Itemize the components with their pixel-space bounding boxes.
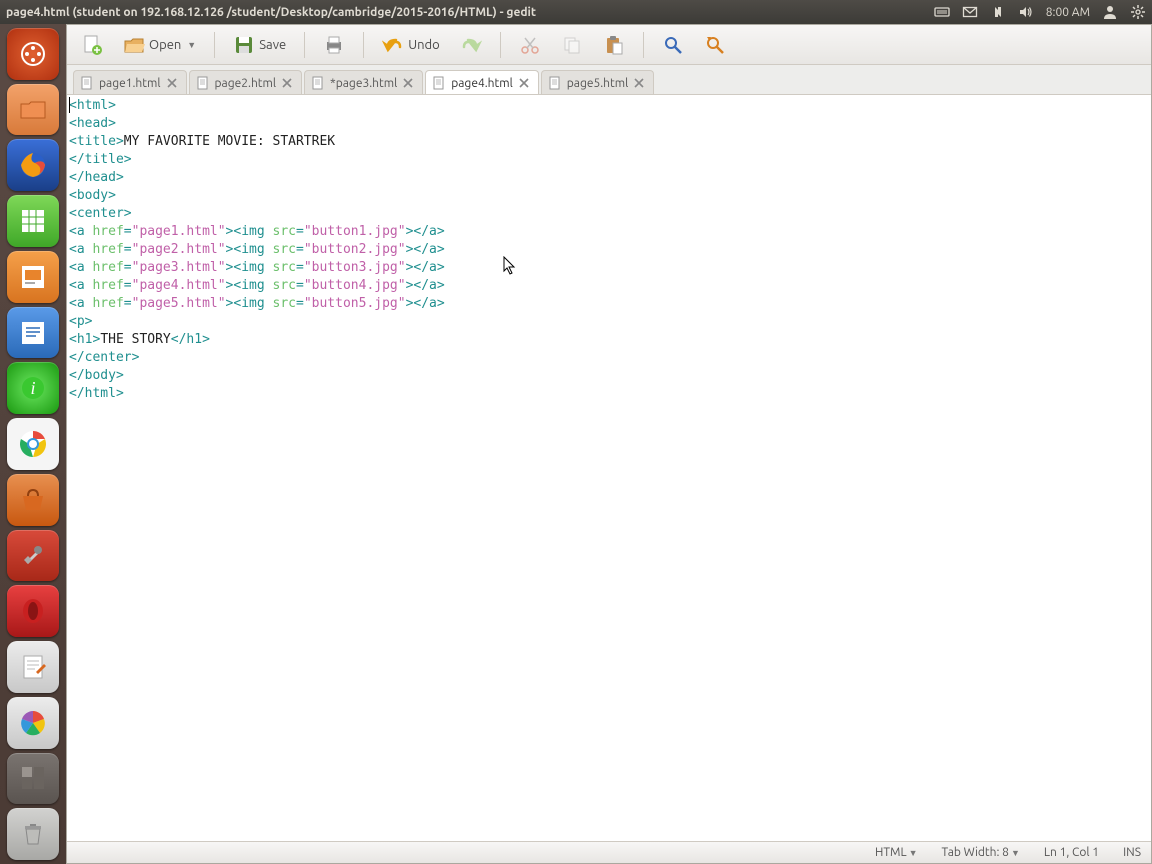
- code-line: <a href="page2.html"><img src="button2.j…: [69, 241, 1151, 259]
- tab-label: page5.html: [567, 77, 629, 90]
- libreoffice-impress-button[interactable]: [7, 251, 59, 303]
- copy-button[interactable]: [555, 31, 589, 59]
- code-line: <p>: [69, 313, 1151, 331]
- document-icon: [548, 76, 562, 90]
- open-label: Open: [149, 38, 181, 52]
- mail-icon[interactable]: [962, 4, 978, 20]
- system-tray: 8:00 AM: [934, 4, 1146, 20]
- opera-button[interactable]: [7, 585, 59, 637]
- document-icon: [80, 76, 94, 90]
- code-line: <center>: [69, 205, 1151, 223]
- libreoffice-calc-button[interactable]: [7, 195, 59, 247]
- unity-launcher: i: [0, 24, 66, 864]
- separator: [304, 32, 305, 58]
- settings-button[interactable]: [7, 530, 59, 582]
- code-line: <html>: [69, 97, 1151, 115]
- code-line: <a href="page4.html"><img src="button4.j…: [69, 277, 1151, 295]
- separator: [363, 32, 364, 58]
- cut-button[interactable]: [513, 31, 547, 59]
- tab-page5html[interactable]: page5.html: [541, 70, 655, 94]
- save-button[interactable]: Save: [227, 31, 292, 59]
- code-line: <body>: [69, 187, 1151, 205]
- print-button[interactable]: [317, 31, 351, 59]
- language-selector[interactable]: HTML▼: [875, 846, 918, 859]
- insert-mode: INS: [1123, 846, 1141, 859]
- trash-button[interactable]: [7, 808, 59, 860]
- network-icon[interactable]: [990, 4, 1006, 20]
- window-title: page4.html (student on 192.168.12.126 /s…: [6, 6, 536, 19]
- svg-text:i: i: [30, 378, 35, 398]
- info-button[interactable]: i: [7, 362, 59, 414]
- files-button[interactable]: [7, 84, 59, 136]
- find-button[interactable]: [656, 31, 690, 59]
- close-icon[interactable]: [518, 77, 530, 89]
- close-icon[interactable]: [281, 77, 293, 89]
- tab-page3html[interactable]: *page3.html: [304, 70, 423, 94]
- tab-label: page4.html: [451, 77, 513, 90]
- gedit-window: Open ▼ Save Undo page1.html page2.html *pag…: [66, 24, 1152, 864]
- status-bar: HTML▼ Tab Width: 8▼ Ln 1, Col 1 INS: [67, 841, 1151, 863]
- close-icon[interactable]: [402, 77, 414, 89]
- picasa-button[interactable]: [7, 697, 59, 749]
- document-icon: [432, 76, 446, 90]
- code-line: </center>: [69, 349, 1151, 367]
- code-line: </body>: [69, 367, 1151, 385]
- close-icon[interactable]: [633, 77, 645, 89]
- find-replace-button[interactable]: [698, 31, 732, 59]
- tab-page2html[interactable]: page2.html: [189, 70, 303, 94]
- software-center-button[interactable]: [7, 474, 59, 526]
- code-line: <a href="page1.html"><img src="button1.j…: [69, 223, 1151, 241]
- top-panel: page4.html (student on 192.168.12.126 /s…: [0, 0, 1152, 24]
- cursor-position: Ln 1, Col 1: [1044, 846, 1099, 859]
- save-label: Save: [259, 38, 286, 52]
- undo-button[interactable]: Undo: [376, 31, 446, 59]
- separator: [214, 32, 215, 58]
- tab-page1html[interactable]: page1.html: [73, 70, 187, 94]
- tab-label: *page3.html: [330, 77, 397, 90]
- chevron-down-icon: ▼: [187, 40, 196, 50]
- tabwidth-selector[interactable]: Tab Width: 8▼: [941, 846, 1019, 859]
- code-line: <a href="page5.html"><img src="button5.j…: [69, 295, 1151, 313]
- tab-label: page1.html: [99, 77, 161, 90]
- workspace-button[interactable]: [7, 753, 59, 805]
- code-line: </head>: [69, 169, 1151, 187]
- redo-button[interactable]: [454, 31, 488, 59]
- code-line: </html>: [69, 385, 1151, 403]
- gedit-button[interactable]: [7, 641, 59, 693]
- gear-icon[interactable]: [1130, 4, 1146, 20]
- document-icon: [196, 76, 210, 90]
- editor-area[interactable]: <html><head><title>MY FAVORITE MOVIE: ST…: [67, 95, 1151, 841]
- code-line: <title>MY FAVORITE MOVIE: STARTREK: [69, 133, 1151, 151]
- tab-page4html[interactable]: page4.html: [425, 70, 539, 94]
- clock-text[interactable]: 8:00 AM: [1046, 6, 1090, 19]
- chrome-button[interactable]: [7, 418, 59, 470]
- volume-icon[interactable]: [1018, 4, 1034, 20]
- code-line: <a href="page3.html"><img src="button3.j…: [69, 259, 1151, 277]
- dash-button[interactable]: [7, 28, 59, 80]
- code-line: </title>: [69, 151, 1151, 169]
- separator: [643, 32, 644, 58]
- libreoffice-writer-button[interactable]: [7, 307, 59, 359]
- code-line: <h1>THE STORY</h1>: [69, 331, 1151, 349]
- new-doc-button[interactable]: [75, 31, 109, 59]
- firefox-button[interactable]: [7, 139, 59, 191]
- text-cursor: [69, 97, 70, 113]
- paste-button[interactable]: [597, 31, 631, 59]
- tab-bar: page1.html page2.html *page3.html page4.htm…: [67, 65, 1151, 95]
- separator: [500, 32, 501, 58]
- undo-label: Undo: [408, 38, 440, 52]
- document-icon: [311, 76, 325, 90]
- keyboard-icon[interactable]: [934, 4, 950, 20]
- close-icon[interactable]: [166, 77, 178, 89]
- code-line: <head>: [69, 115, 1151, 133]
- tab-label: page2.html: [215, 77, 277, 90]
- toolbar: Open ▼ Save Undo: [67, 25, 1151, 65]
- open-button[interactable]: Open ▼: [117, 31, 202, 59]
- user-icon[interactable]: [1102, 4, 1118, 20]
